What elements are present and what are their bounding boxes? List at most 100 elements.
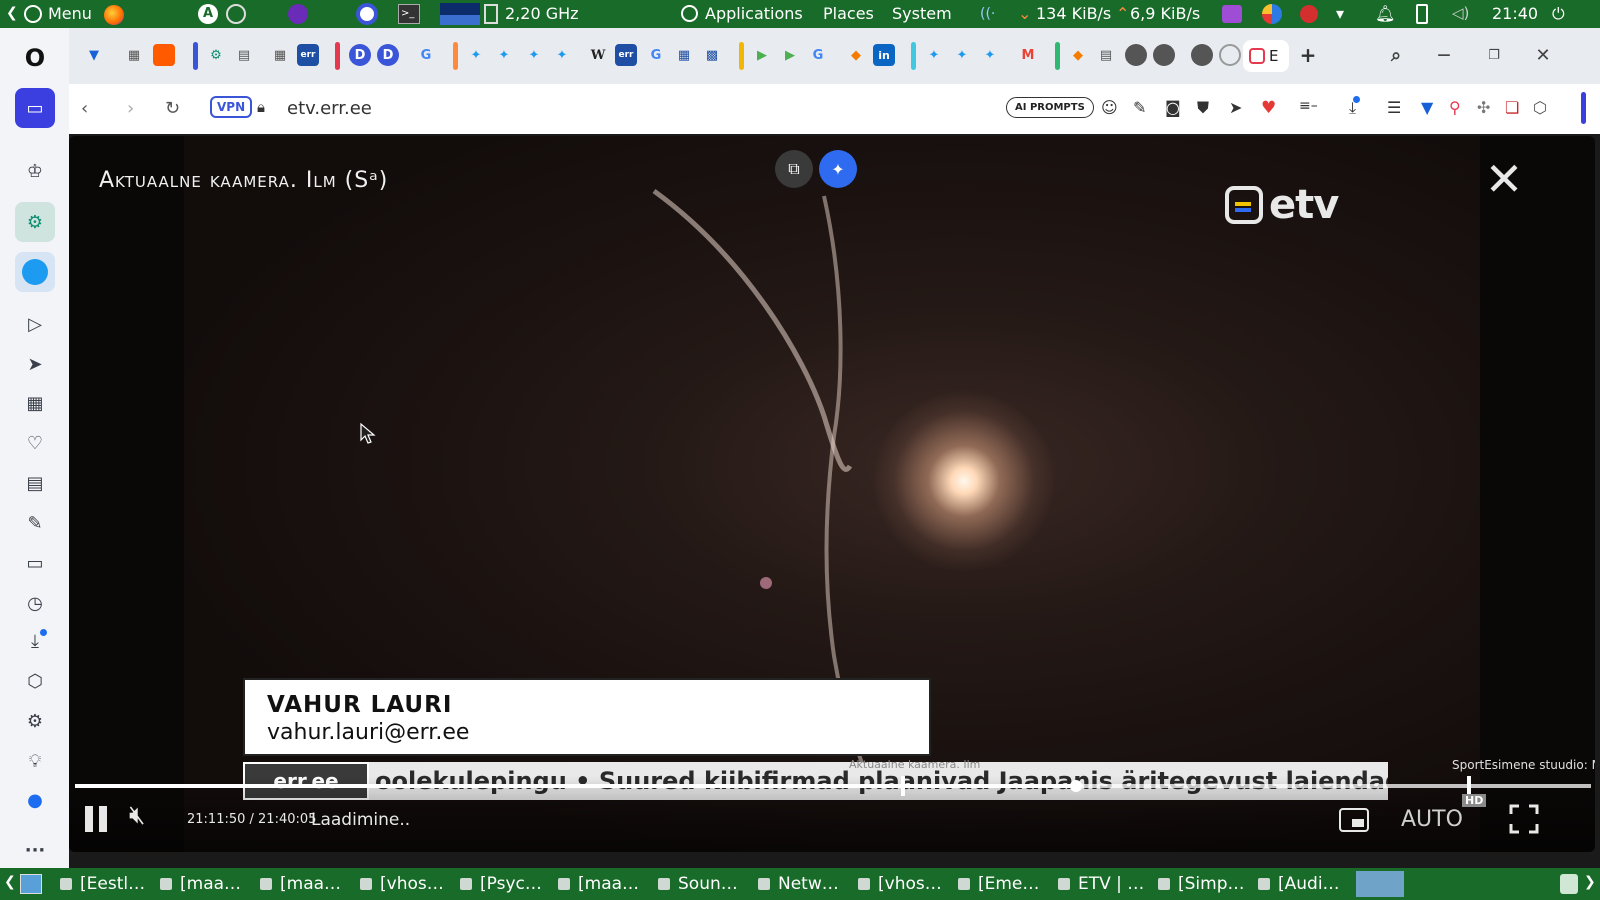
more-options-icon[interactable]: ··· <box>19 834 51 866</box>
tabs-icon[interactable]: ▭ <box>19 547 51 579</box>
menu-logo-icon[interactable] <box>24 5 42 23</box>
tab-google-icon[interactable]: G <box>645 44 667 66</box>
close-window-icon[interactable]: ✕ <box>1532 44 1554 66</box>
send-arrow-icon[interactable]: ➤ <box>1229 98 1242 117</box>
tab-twitter-icon[interactable]: ✦ <box>465 44 487 66</box>
record-icon[interactable] <box>1300 5 1318 23</box>
tab-d2-icon[interactable]: D <box>377 44 399 66</box>
download-tray-icon[interactable]: ⤓ <box>1349 96 1361 118</box>
taskbar-item[interactable]: [maa… <box>558 872 654 896</box>
tab-twitter-icon[interactable]: ✦ <box>979 44 1001 66</box>
chrome-notify-icon[interactable] <box>1262 4 1282 24</box>
tab-grid-blue-icon[interactable]: ▦ <box>673 44 695 66</box>
edit-icon[interactable]: ✎ <box>19 507 51 539</box>
settings-icon[interactable]: ⚙ <box>19 705 51 737</box>
taskbar-item[interactable]: ETV | … <box>1058 872 1154 896</box>
accessibility-icon[interactable]: A <box>198 4 218 24</box>
tab-play-icon[interactable]: ▶ <box>751 44 773 66</box>
new-tab-plus-icon[interactable]: + <box>1297 43 1319 67</box>
taskbar-item[interactable]: [maa… <box>260 872 356 896</box>
places-menu[interactable]: Places <box>823 4 874 23</box>
heart-red-icon[interactable]: ♥ <box>1261 98 1276 118</box>
easy-setup-icon[interactable]: ☰ <box>1387 98 1401 117</box>
volume-icon[interactable]: ◁) <box>1452 4 1469 22</box>
taskbar-left-arrow-icon[interactable]: ❮ <box>4 874 16 890</box>
battery-icon[interactable] <box>1416 4 1428 24</box>
podcast-icon[interactable] <box>288 4 308 24</box>
sound-app-icon[interactable] <box>1222 5 1242 23</box>
taskbar-item[interactable]: [vhos… <box>858 872 954 896</box>
twitter-icon[interactable] <box>15 252 55 292</box>
minimize-icon[interactable]: — <box>1433 44 1455 66</box>
close-video-button[interactable]: ✕ <box>1479 154 1529 204</box>
tab-linkedin-icon[interactable]: in <box>873 44 895 66</box>
heart-icon[interactable]: ♡ <box>19 427 51 459</box>
chatgpt-icon[interactable]: ⚙ <box>15 202 55 242</box>
active-task-opera[interactable] <box>1356 871 1404 897</box>
system-menu[interactable]: System <box>892 4 952 23</box>
opera-icon[interactable] <box>356 3 378 25</box>
clock[interactable]: 21:40 <box>1492 4 1538 23</box>
tab-active[interactable]: E <box>1243 40 1289 72</box>
tab-twitter-icon[interactable]: ✦ <box>493 44 515 66</box>
send-icon[interactable]: ➤ <box>19 348 51 380</box>
taskbar-item[interactable]: [maa… <box>160 872 256 896</box>
ai-assist-button[interactable]: ✦ <box>819 150 857 188</box>
restore-icon[interactable]: ❐ <box>1483 44 1505 66</box>
quality-selector[interactable]: AUTO <box>1401 807 1463 832</box>
trash-icon[interactable] <box>1560 874 1578 894</box>
tab-vivaldi-icon[interactable]: ▼ <box>83 44 105 66</box>
url-field[interactable]: etv.err.ee <box>287 98 372 119</box>
tab-orange-icon[interactable] <box>153 44 175 66</box>
video-player[interactable]: Aktuaalne kaamera. Ilm (Sᵃ) ⧉ ✦ etv ✕ VA… <box>69 136 1595 852</box>
shield-icon[interactable]: ⛊ <box>1197 98 1209 118</box>
history-clock-icon[interactable]: ◷ <box>19 587 51 619</box>
taskbar-item[interactable]: Soun… <box>658 872 754 896</box>
tab-chatgpt-icon[interactable]: ⚙ <box>205 44 227 66</box>
menu-button[interactable]: Menu <box>48 4 92 23</box>
taskbar-item[interactable]: Netw… <box>758 872 854 896</box>
picture-in-picture-button[interactable]: ⧉ <box>775 150 813 188</box>
panel-left-arrow-icon[interactable]: ❮ <box>6 5 18 21</box>
tab-globe-icon[interactable] <box>1125 44 1147 66</box>
extensions-grid-icon[interactable]: ▦ <box>19 387 51 419</box>
box-icon[interactable]: ⬡ <box>19 665 51 697</box>
tab-globe-icon[interactable] <box>1153 44 1175 66</box>
vivaldi-ext-icon[interactable]: ▼ <box>1421 98 1433 117</box>
ext-copy-icon[interactable]: ❏ <box>1505 98 1519 117</box>
miniplayer-button[interactable] <box>1339 808 1369 832</box>
vpn-badge[interactable]: VPN <box>210 96 253 118</box>
pause-button[interactable] <box>83 804 113 834</box>
tab-twitter-icon[interactable]: ✦ <box>523 44 545 66</box>
ext-figure-icon[interactable]: ⚲ <box>1449 98 1461 117</box>
camera-icon[interactable]: ◙ <box>1165 98 1181 117</box>
tab-pattern-icon[interactable]: ▩ <box>701 44 723 66</box>
applications-menu[interactable]: Applications <box>705 4 803 23</box>
tab-twitter-icon[interactable]: ✦ <box>923 44 945 66</box>
reload-icon[interactable]: ↻ <box>165 98 180 119</box>
mute-button[interactable]: 🔇︎ <box>129 800 145 831</box>
tab-globe-icon[interactable] <box>1191 44 1213 66</box>
firefox-icon[interactable] <box>104 5 124 25</box>
crown-icon[interactable]: ♔ <box>19 155 51 187</box>
terminal-icon[interactable]: >_ <box>398 4 420 24</box>
tab-err-icon[interactable]: err <box>615 44 637 66</box>
taskbar-item[interactable]: [Eme… <box>958 872 1054 896</box>
taskbar-item[interactable]: [Eestl… <box>60 872 156 896</box>
tab-err-icon[interactable]: err <box>297 44 319 66</box>
settings-gear-icon[interactable] <box>226 4 246 24</box>
player-icon[interactable]: ▷ <box>19 308 51 340</box>
wifi-icon[interactable]: ▾ <box>1336 4 1344 23</box>
taskbar-item[interactable]: [Audi… <box>1258 872 1354 896</box>
ext-cube-icon[interactable]: ⬡ <box>1533 98 1547 117</box>
progress-handle[interactable] <box>1069 780 1082 792</box>
notification-bell-icon[interactable]: 🔔︎ <box>1375 4 1395 23</box>
news-icon[interactable]: ▤ <box>19 467 51 499</box>
tab-wikipedia-icon[interactable]: W <box>587 44 609 66</box>
tab-grid-icon[interactable]: ▦ <box>123 44 145 66</box>
tab-reader-icon[interactable]: ▤ <box>233 44 255 66</box>
taskbar-item[interactable]: [Simp… <box>1158 872 1254 896</box>
chat-bubble-icon[interactable]: ● <box>19 784 51 816</box>
power-icon[interactable]: ⏻ <box>1552 4 1565 24</box>
playlist-icon[interactable]: ≡– <box>1299 98 1318 114</box>
